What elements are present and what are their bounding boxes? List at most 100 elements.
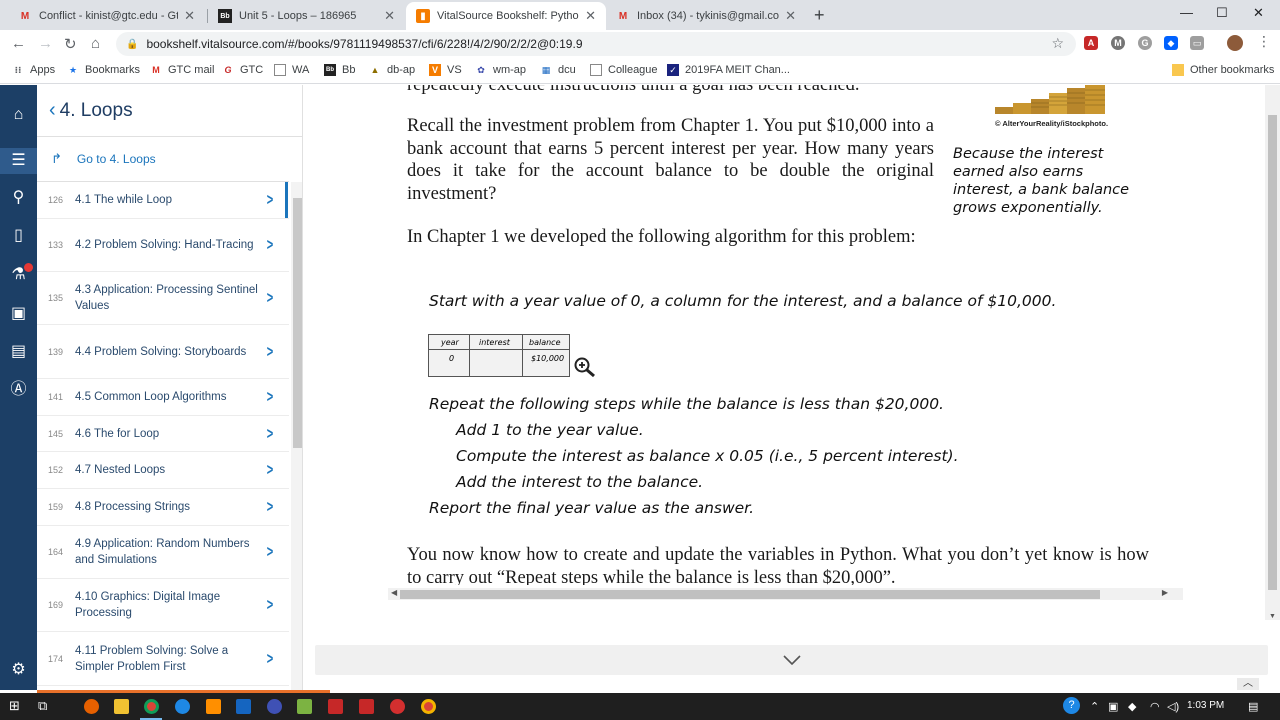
toc-item[interactable]: 164 4.9 Application: Random Numbers and S… (37, 526, 289, 579)
file-explorer-icon[interactable] (114, 699, 129, 714)
bookmark-meit[interactable]: ✓ 2019FA MEIT Chan... (667, 64, 790, 76)
settings-gear-icon[interactable]: ⚙ (9, 660, 28, 679)
bookmark-gtc[interactable]: G GTC (222, 64, 263, 76)
windows-start-icon[interactable]: ⊞ (9, 698, 20, 714)
toc-item[interactable]: 159 4.8 Processing Strings > (37, 489, 289, 526)
toc-item[interactable]: 174 4.11 Problem Solving: Solve a Simpler… (37, 632, 289, 686)
notepad-icon[interactable] (297, 699, 312, 714)
app-icon[interactable] (236, 699, 251, 714)
dropbox-icon[interactable]: ◆ (1164, 36, 1178, 50)
scroll-down-arrow-icon[interactable]: ▼ (1269, 613, 1276, 620)
browser-tab[interactable]: M Inbox (34) - tykinis@gmail.com - ✕ (606, 2, 806, 30)
firefox-icon[interactable] (84, 699, 99, 714)
bookmark-wm-ap[interactable]: ✿ wm-ap (475, 64, 526, 76)
toc-item[interactable]: 133 4.2 Problem Solving: Hand-Tracing > (37, 219, 289, 272)
notifications-icon[interactable]: ▤ (1248, 700, 1258, 713)
close-tab-icon[interactable]: ✕ (785, 8, 796, 24)
edge-icon[interactable] (175, 699, 190, 714)
bookmark-wa[interactable]: WA (274, 64, 309, 76)
help-icon[interactable]: ? (1063, 697, 1080, 714)
page-horizontal-scrollbar[interactable]: ◀ ▶ (388, 588, 1183, 600)
toc-item[interactable]: 126 4.1 The while Loop > (37, 182, 289, 219)
bookmark-star-icon[interactable]: ☆ (1051, 35, 1064, 52)
chevron-left-icon[interactable]: ‹ (49, 99, 56, 122)
clock[interactable]: 1:03 PM (1187, 700, 1224, 711)
toc-item[interactable]: 145 4.6 The for Loop > (37, 416, 289, 452)
forward-arrow-icon[interactable]: → (38, 35, 53, 52)
bookmark-bookmarks[interactable]: ★ Bookmarks (67, 64, 140, 76)
address-bar[interactable]: 🔒 bookshelf.vitalsource.com/#/books/9781… (116, 32, 1076, 56)
image-gallery-icon[interactable]: ▣ (9, 304, 28, 323)
home-icon[interactable]: ⌂ (9, 105, 28, 124)
bookmark-vs[interactable]: V VS (429, 64, 462, 76)
home-icon[interactable]: ⌂ (91, 35, 100, 52)
toc-item[interactable]: 141 4.5 Common Loop Algorithms > (37, 379, 289, 416)
chevron-right-icon: > (266, 387, 274, 406)
app-icon[interactable] (390, 699, 405, 714)
volume-icon[interactable]: ◁) (1167, 700, 1179, 713)
chrome-icon[interactable] (421, 699, 436, 714)
search-icon[interactable]: ⚲ (9, 188, 28, 207)
notes-icon[interactable]: ▤ (9, 342, 28, 361)
reload-icon[interactable]: ↻ (64, 35, 77, 53)
profile-avatar[interactable] (1227, 35, 1243, 51)
bookmark-page-icon[interactable]: ▯ (9, 226, 28, 245)
paragraph: Recall the investment problem from Chapt… (407, 116, 934, 205)
algorithm-table-image[interactable]: year interest balance 0 $10,000 (428, 334, 570, 377)
image-credit: © AlterYourReality/iStockphoto. (995, 119, 1109, 128)
pdf-extension-icon[interactable]: A (1084, 36, 1098, 50)
bookmark-db-ap[interactable]: ▲ db-ap (369, 64, 416, 76)
maximize-button[interactable]: ☐ (1216, 5, 1228, 21)
browser-tab[interactable]: M Conflict - kinist@gtc.edu - Gtc.edu ✕ (8, 2, 205, 30)
scroll-thumb[interactable] (1268, 115, 1277, 590)
algorithm-line: Report the final year value as the answe… (429, 499, 755, 517)
acrobat-icon[interactable] (328, 699, 343, 714)
zoom-in-icon[interactable] (573, 356, 597, 378)
bookmark-apps[interactable]: ⁝⁝ Apps (12, 64, 56, 76)
other-bookmarks[interactable]: Other bookmarks (1172, 64, 1274, 76)
g-extension-icon[interactable]: G (1138, 36, 1152, 50)
ellucian-icon: ✓ (667, 64, 679, 76)
dropbox-tray-icon[interactable]: ◆ (1128, 700, 1136, 713)
toc-scroll-thumb[interactable] (293, 198, 302, 448)
toc-item[interactable]: 152 4.7 Nested Loops > (37, 452, 289, 489)
chrome-icon[interactable] (144, 699, 159, 714)
next-page-bar[interactable] (315, 645, 1268, 675)
bookmark-dcu[interactable]: ▦ dcu (540, 64, 576, 76)
blackboard-icon: Bb (218, 9, 232, 23)
bookmark-gtc-mail[interactable]: M GTC mail (150, 64, 214, 76)
new-tab-button[interactable]: + (814, 5, 825, 26)
close-tab-icon[interactable]: ✕ (184, 8, 195, 24)
scroll-thumb[interactable] (400, 590, 1100, 599)
wifi-icon[interactable]: ◠ (1150, 700, 1160, 713)
close-tab-icon[interactable]: ✕ (384, 8, 395, 24)
back-to-top-button[interactable]: ︿ (1237, 678, 1259, 690)
cast-icon[interactable]: ▭ (1190, 36, 1204, 50)
goto-chapter-link[interactable]: ↱ Go to 4. Loops (37, 137, 289, 182)
toc-item[interactable]: 169 4.10 Graphics: Digital Image Processi… (37, 579, 289, 632)
browser-tab[interactable]: Bb Unit 5 - Loops – 186965 ✕ (208, 2, 405, 30)
bookmark-bb[interactable]: Bb Bb (324, 64, 355, 76)
browser-tab-active[interactable]: ▮ VitalSource Bookshelf: Python For ✕ (406, 2, 606, 30)
bookmark-colleague[interactable]: Colleague (590, 64, 658, 76)
toc-item[interactable]: 135 4.3 Application: Processing Sentinel … (37, 272, 289, 325)
minimize-button[interactable]: — (1180, 5, 1193, 20)
reader-scrollbar[interactable]: ▼ (1265, 85, 1280, 620)
toc-scrollbar[interactable] (291, 182, 302, 690)
toc-item[interactable]: 139 4.4 Problem Solving: Storyboards > (37, 325, 289, 379)
vlc-icon[interactable] (206, 699, 221, 714)
app-icon[interactable] (267, 699, 282, 714)
chevron-up-icon[interactable]: ⌃ (1090, 700, 1099, 713)
scroll-right-arrow-icon[interactable]: ▶ (1162, 588, 1168, 597)
r-app-icon[interactable] (359, 699, 374, 714)
close-tab-icon[interactable]: ✕ (585, 8, 596, 24)
toc-list-icon[interactable]: ☰ (0, 148, 37, 174)
tray-app-icon[interactable]: ▣ (1108, 700, 1118, 713)
close-window-button[interactable]: ✕ (1253, 5, 1264, 21)
accessibility-icon[interactable]: Ⓐ (9, 380, 28, 399)
menu-kebab-icon[interactable]: ⋮ (1257, 33, 1271, 50)
back-arrow-icon[interactable]: ← (11, 35, 26, 52)
scroll-left-arrow-icon[interactable]: ◀ (391, 588, 397, 597)
task-view-icon[interactable]: ⧉ (38, 698, 47, 714)
m-extension-icon[interactable]: M (1111, 36, 1125, 50)
